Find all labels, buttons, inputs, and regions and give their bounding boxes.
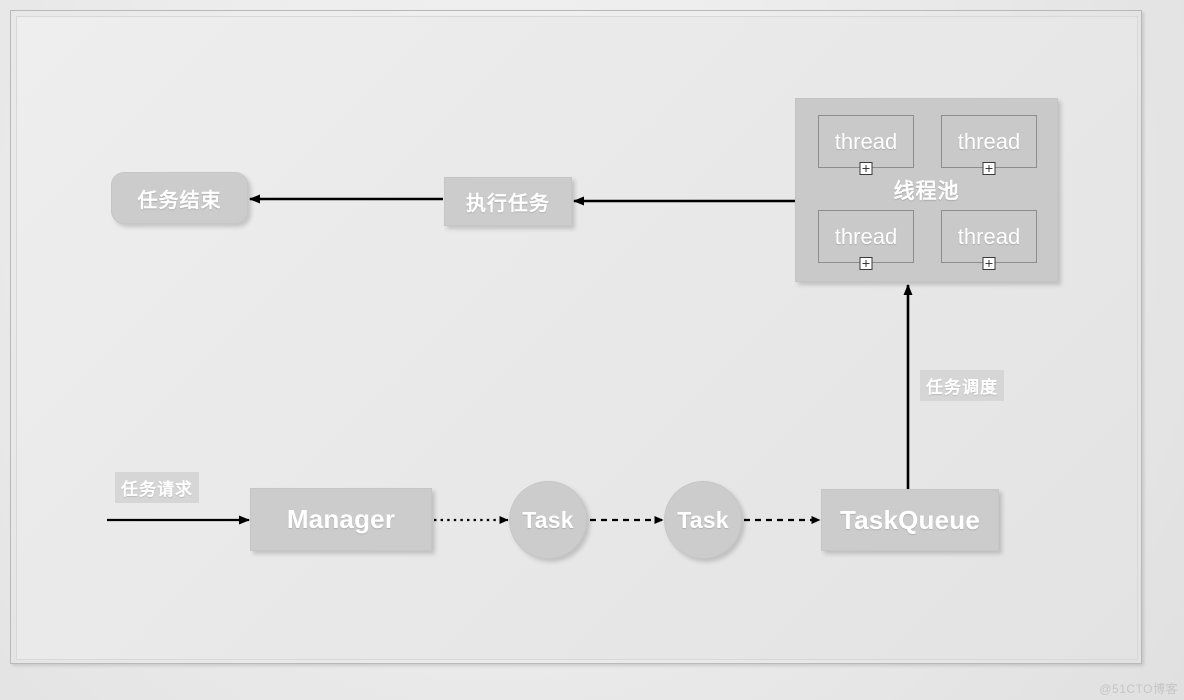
thread-box-1[interactable]: thread <box>818 115 914 175</box>
thread-box-2-label: thread <box>957 128 1021 154</box>
node-execute-task-label: 执行任务 <box>466 193 550 215</box>
node-thread-pool[interactable]: thread thread thread thread 线程池 <box>795 98 1058 282</box>
node-task-2-label: Task <box>677 506 729 533</box>
thread-box-2[interactable]: thread <box>941 115 1037 175</box>
node-thread-pool-label: 线程池 <box>893 180 960 203</box>
plus-icon[interactable] <box>859 162 873 175</box>
diagram-canvas: 任务结束 执行任务 thread thread thread thread 线程… <box>0 0 1184 700</box>
node-execute-task[interactable]: 执行任务 <box>444 177 572 226</box>
node-task-end-label: 任务结束 <box>137 189 222 212</box>
plus-icon[interactable] <box>859 257 873 270</box>
watermark: @51CTO博客 <box>1099 682 1178 696</box>
plus-icon[interactable] <box>982 162 996 175</box>
plus-icon[interactable] <box>982 257 996 270</box>
edge-label-task-schedule: 任务调度 <box>920 370 1004 401</box>
edge-label-task-request: 任务请求 <box>115 472 199 503</box>
thread-box-4[interactable]: thread <box>941 210 1037 270</box>
thread-box-3-label: thread <box>834 223 898 249</box>
thread-box-4-label: thread <box>957 223 1021 249</box>
thread-box-3[interactable]: thread <box>818 210 914 270</box>
node-task-1-label: Task <box>522 506 574 533</box>
node-task-queue-label: TaskQueue <box>839 504 981 535</box>
node-task-2[interactable]: Task <box>664 481 742 559</box>
node-task-end[interactable]: 任务结束 <box>111 172 248 224</box>
node-manager[interactable]: Manager <box>250 488 432 551</box>
thread-box-1-label: thread <box>834 128 898 154</box>
node-manager-label: Manager <box>286 504 396 534</box>
node-task-queue[interactable]: TaskQueue <box>821 489 999 551</box>
node-task-1[interactable]: Task <box>509 481 587 559</box>
